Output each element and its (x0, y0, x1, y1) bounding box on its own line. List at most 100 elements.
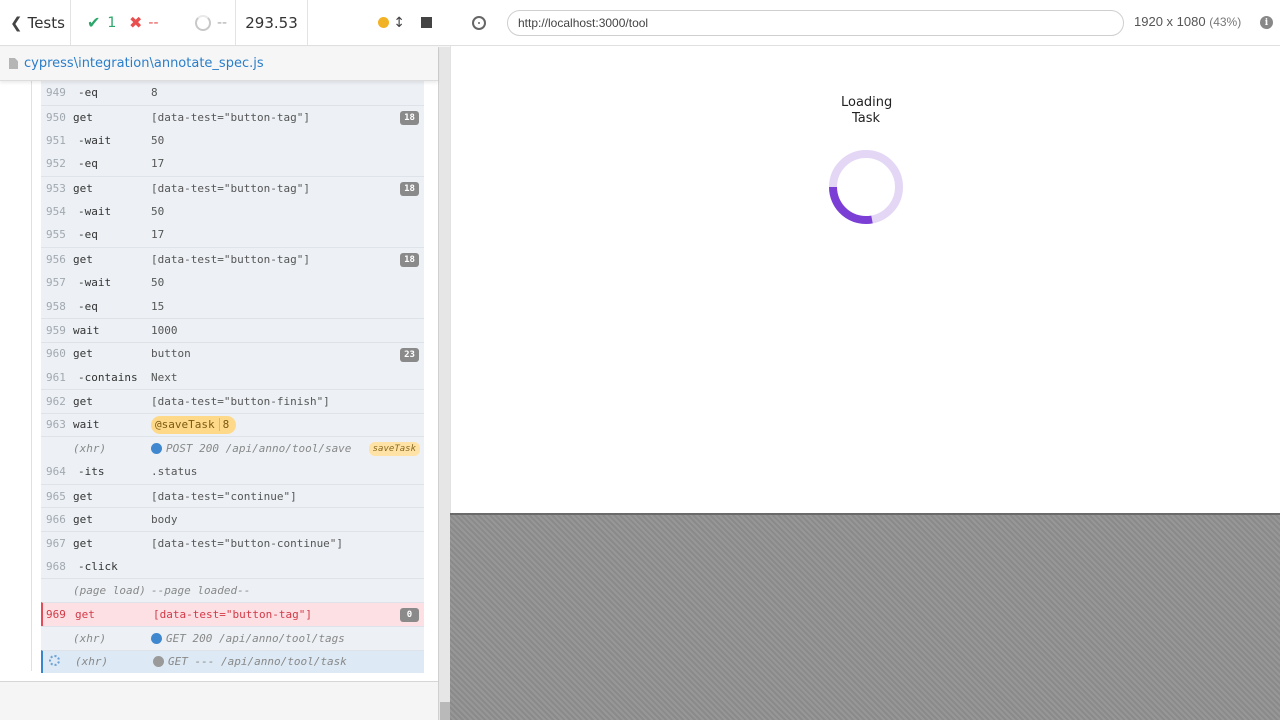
command-message: [data-test="continue"] (151, 490, 424, 503)
pending-number: -- (217, 14, 228, 31)
reporter-footer (0, 681, 438, 720)
command-log-event[interactable]: (xhr) GET 200 /api/anno/tool/tags (41, 625, 424, 650)
tests-back-button[interactable]: ❮ Tests (0, 0, 71, 45)
element-count-badge: 0 (400, 608, 419, 623)
selector-playground-button[interactable] (469, 13, 489, 33)
command-number: 968 (46, 560, 66, 574)
command-row[interactable]: 955 -eq 17 (41, 223, 424, 247)
request-status-icon (151, 632, 162, 644)
command-row[interactable]: 966 get body (41, 507, 424, 531)
app-under-test-pane: http://localhost:3000/tool 1920 x 1080 (… (450, 0, 1280, 720)
scrollbar-thumb[interactable] (440, 702, 450, 720)
command-name: get (73, 110, 93, 124)
loading-task-label: Task (851, 111, 881, 126)
command-row[interactable]: 964 -its .status (41, 460, 424, 484)
command-message: 1000 (151, 324, 424, 337)
command-row[interactable]: 949 -eq 8 (41, 81, 424, 105)
stop-button[interactable] (421, 17, 432, 28)
command-row[interactable]: 954 -wait 50 (41, 199, 424, 223)
command-message-text: 1000 (151, 323, 178, 337)
command-number: 963 (46, 418, 66, 432)
aut-empty-area (450, 513, 1280, 720)
command-message: GET --- /api/anno/tool/task (153, 655, 424, 668)
command-name: get (73, 394, 93, 408)
reporter-scrollbar[interactable] (438, 47, 450, 720)
command-message-text: 17 (151, 228, 165, 242)
command-row[interactable]: 957 -wait 50 (41, 271, 424, 295)
command-message: [data-test="button-continue"] (151, 537, 424, 550)
file-icon (9, 58, 18, 69)
divider (31, 81, 32, 671)
check-icon: ✔ (87, 13, 101, 32)
alias-pill[interactable]: @saveTask 8 (151, 415, 237, 434)
command-number: 956 (46, 252, 66, 266)
command-message-text: [data-test="button-tag"] (151, 252, 310, 266)
command-row[interactable]: 967 get [data-test="button-continue"] (41, 531, 424, 555)
command-name: -eq (78, 228, 98, 242)
command-message: 17 (151, 228, 424, 241)
command-row[interactable]: 951 -wait 50 (41, 128, 424, 152)
command-name: -eq (78, 299, 98, 313)
command-row[interactable]: 969 get [data-test="button-tag"] 0 (41, 602, 424, 626)
command-message-text: [data-test="button-tag"] (151, 110, 310, 124)
command-log-event[interactable]: (xhr) GET --- /api/anno/tool/task (41, 649, 424, 674)
command-number: 958 (46, 299, 66, 313)
viewport-size: 1920 x 1080 (43%) (1134, 14, 1241, 29)
command-log-event[interactable]: (page load) --page loaded-- (41, 578, 424, 602)
command-message: body (151, 513, 424, 526)
auto-scroll-toggle-icon[interactable]: ↕ (393, 15, 405, 31)
command-number: 965 (46, 489, 66, 503)
command-name: get (73, 513, 93, 527)
command-name: (xhr) (73, 442, 107, 456)
passed-number: 1 (107, 14, 117, 31)
command-name: -wait (78, 133, 112, 147)
spec-path[interactable]: cypress\integration\annotate_spec.js (24, 56, 264, 71)
command-name: wait (73, 418, 100, 432)
aut-iframe: Loading Task (450, 46, 1280, 513)
command-message: --page loaded-- (151, 584, 424, 597)
url-field[interactable]: http://localhost:3000/tool (507, 10, 1124, 36)
command-row[interactable]: 962 get [data-test="button-finish"] (41, 388, 424, 413)
command-message: 15 (151, 300, 424, 313)
pending-count: -- (183, 0, 236, 45)
command-row[interactable]: 965 get [data-test="continue"] (41, 483, 424, 508)
tests-label: Tests (27, 13, 65, 32)
command-row[interactable]: 953 get [data-test="button-tag"] 18 (41, 175, 424, 200)
request-status-icon (153, 656, 164, 668)
command-row[interactable]: 963 wait @saveTask 8 (41, 412, 424, 437)
command-name: get (75, 607, 95, 621)
command-message-text: 17 (151, 157, 165, 171)
command-row[interactable]: 968 -click (41, 555, 424, 579)
spec-file-bar[interactable]: cypress\integration\annotate_spec.js (0, 47, 438, 81)
command-row[interactable]: 960 get button 23 (41, 341, 424, 366)
element-count-badge: 23 (400, 347, 419, 362)
pending-ring-icon (195, 14, 211, 31)
command-message-text: button (151, 347, 191, 361)
command-name: wait (73, 323, 100, 337)
command-message: [data-test="button-finish"] (151, 395, 424, 408)
loading-spinner-icon (828, 150, 903, 225)
command-message: 50 (151, 276, 424, 289)
command-row[interactable]: 961 -contains Next (41, 365, 424, 389)
failed-number: -- (148, 14, 159, 31)
command-number: 953 (46, 181, 66, 195)
command-log-event[interactable]: (xhr) POST 200 /api/anno/tool/save saveTas… (41, 436, 424, 460)
command-name: -click (78, 560, 118, 574)
command-row[interactable]: 950 get [data-test="button-tag"] 18 (41, 104, 424, 129)
command-row[interactable]: 959 wait 1000 (41, 317, 424, 342)
command-name: get (73, 536, 93, 550)
command-message-text: [data-test="button-tag"] (151, 181, 310, 195)
command-message: button (151, 347, 424, 360)
command-row[interactable]: 958 -eq 15 (41, 294, 424, 318)
command-row[interactable]: 952 -eq 17 (41, 152, 424, 176)
command-name: get (73, 489, 93, 503)
element-count-badge: 18 (400, 181, 419, 196)
command-name: (page load) (73, 584, 146, 598)
request-status-icon (151, 443, 162, 455)
info-icon[interactable]: i (1260, 16, 1273, 29)
command-message-text: Next (151, 370, 178, 384)
command-row[interactable]: 956 get [data-test="button-tag"] 18 (41, 246, 424, 271)
command-message: [data-test="button-tag"] (151, 182, 424, 195)
command-message-text: [data-test="button-continue"] (151, 536, 344, 550)
alias-count: 8 (218, 418, 233, 432)
